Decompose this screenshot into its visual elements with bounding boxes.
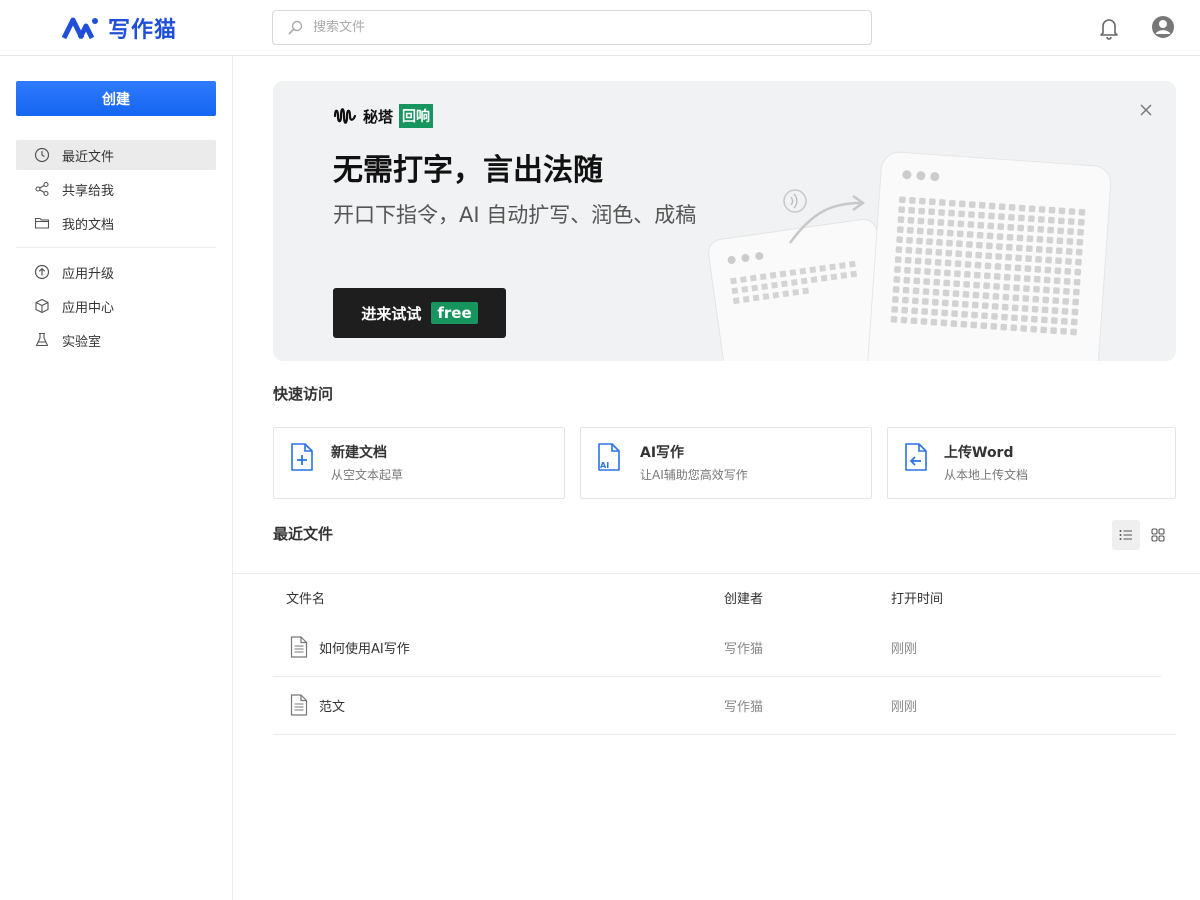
close-icon[interactable] xyxy=(1137,101,1155,119)
try-now-label: 进来试试 xyxy=(361,304,422,323)
quick-card-title: AI写作 xyxy=(640,445,685,461)
file-icon xyxy=(290,694,308,716)
row-divider xyxy=(273,734,1176,735)
brand-name: 秘塔 xyxy=(363,107,394,126)
column-header-name[interactable]: 文件名 xyxy=(286,588,325,607)
nav-divider xyxy=(16,247,216,248)
logo-mark-icon xyxy=(62,17,98,40)
banner-subtitle: 开口下指令，AI 自动扩写、润色、成稿 xyxy=(333,203,697,227)
new-doc-icon xyxy=(291,443,313,471)
sidebar-item-label: 应用中心 xyxy=(62,300,115,316)
grid-icon xyxy=(1151,528,1165,542)
column-header-opened[interactable]: 打开时间 xyxy=(891,588,943,607)
sidebar-item-label: 实验室 xyxy=(62,334,102,350)
avatar-icon[interactable] xyxy=(1150,14,1176,40)
quick-card-ai-writing[interactable]: AI AI写作 让AI辅助您高效写作 xyxy=(580,427,872,499)
column-header-creator[interactable]: 创建者 xyxy=(724,588,763,607)
sidebar-item-shared[interactable]: 共享给我 xyxy=(16,174,216,204)
ai-doc-icon: AI xyxy=(598,443,620,471)
file-icon xyxy=(290,636,308,658)
brand-tag: 回响 xyxy=(399,104,434,128)
share-icon xyxy=(35,181,49,197)
grid-view-button[interactable] xyxy=(1144,520,1172,550)
table-row[interactable]: 范文 写作猫 刚刚 xyxy=(273,676,1176,734)
nav-secondary: 应用升级 应用中心 实验室 xyxy=(16,257,216,359)
banner-title: 无需打字，言出法随 xyxy=(333,153,603,188)
table-row[interactable]: 如何使用AI写作 写作猫 刚刚 xyxy=(273,618,1176,676)
nav-primary: 最近文件 共享给我 我的文档 xyxy=(16,140,216,242)
banner-brand: 秘塔 回响 xyxy=(333,104,434,128)
dictation-illustration xyxy=(708,151,1112,361)
app-logo[interactable]: 写作猫 xyxy=(62,12,177,44)
file-name: 如何使用AI写作 xyxy=(319,642,410,657)
view-toggle xyxy=(1112,520,1172,550)
upgrade-icon xyxy=(34,264,50,280)
quick-card-upload-word[interactable]: 上传Word 从本地上传文档 xyxy=(887,427,1176,499)
logo-text: 写作猫 xyxy=(108,17,178,43)
create-button[interactable]: 创建 xyxy=(16,81,216,116)
quick-access-title: 快速访问 xyxy=(273,385,334,403)
sidebar-item-label: 共享给我 xyxy=(62,183,115,199)
search-box[interactable] xyxy=(272,10,872,45)
file-name: 范文 xyxy=(319,700,346,715)
quick-card-title: 新建文档 xyxy=(331,445,387,461)
search-icon xyxy=(288,20,303,35)
sidebar-item-my-docs[interactable]: 我的文档 xyxy=(16,208,216,238)
bell-icon[interactable] xyxy=(1097,15,1121,41)
soundwave-icon xyxy=(333,108,357,124)
sidebar-item-app-center[interactable]: 应用中心 xyxy=(16,291,216,321)
file-creator: 写作猫 xyxy=(724,642,764,657)
list-view-button[interactable] xyxy=(1112,520,1140,550)
file-creator: 写作猫 xyxy=(724,700,764,715)
sidebar-item-recent[interactable]: 最近文件 xyxy=(16,140,216,170)
file-open-time: 刚刚 xyxy=(891,642,918,657)
sidebar-item-label: 应用升级 xyxy=(62,266,115,282)
flask-icon xyxy=(35,332,49,347)
clock-icon xyxy=(34,147,50,163)
quick-card-desc: 让AI辅助您高效写作 xyxy=(640,468,748,482)
quick-card-desc: 从空文本起草 xyxy=(331,468,404,482)
cube-icon xyxy=(35,298,49,314)
sidebar-item-label: 最近文件 xyxy=(62,149,115,165)
quick-card-desc: 从本地上传文档 xyxy=(944,468,1029,482)
top-bar: 写作猫 xyxy=(0,0,1200,56)
sidebar: 创建 最近文件 共享给我 我的文档 应用升级 应用中心 实验室 xyxy=(0,56,233,900)
try-now-button[interactable]: 进来试试 free xyxy=(333,288,506,338)
search-input[interactable] xyxy=(313,20,853,35)
sidebar-item-lab[interactable]: 实验室 xyxy=(16,325,216,355)
folder-icon xyxy=(34,217,50,229)
sidebar-item-upgrade[interactable]: 应用升级 xyxy=(16,257,216,287)
file-open-time: 刚刚 xyxy=(891,700,918,715)
list-icon xyxy=(1119,530,1132,540)
promo-banner: 秘塔 回响 无需打字，言出法随 开口下指令，AI 自动扩写、润色、成稿 进来试试… xyxy=(273,81,1176,361)
recent-files-title: 最近文件 xyxy=(273,525,334,543)
upload-doc-icon xyxy=(905,443,927,471)
free-badge: free xyxy=(431,302,478,324)
quick-card-title: 上传Word xyxy=(944,445,1014,461)
svg-text:AI: AI xyxy=(600,461,609,470)
section-divider xyxy=(233,573,1200,574)
quick-card-new-doc[interactable]: 新建文档 从空文本起草 xyxy=(273,427,565,499)
sidebar-item-label: 我的文档 xyxy=(62,217,115,233)
